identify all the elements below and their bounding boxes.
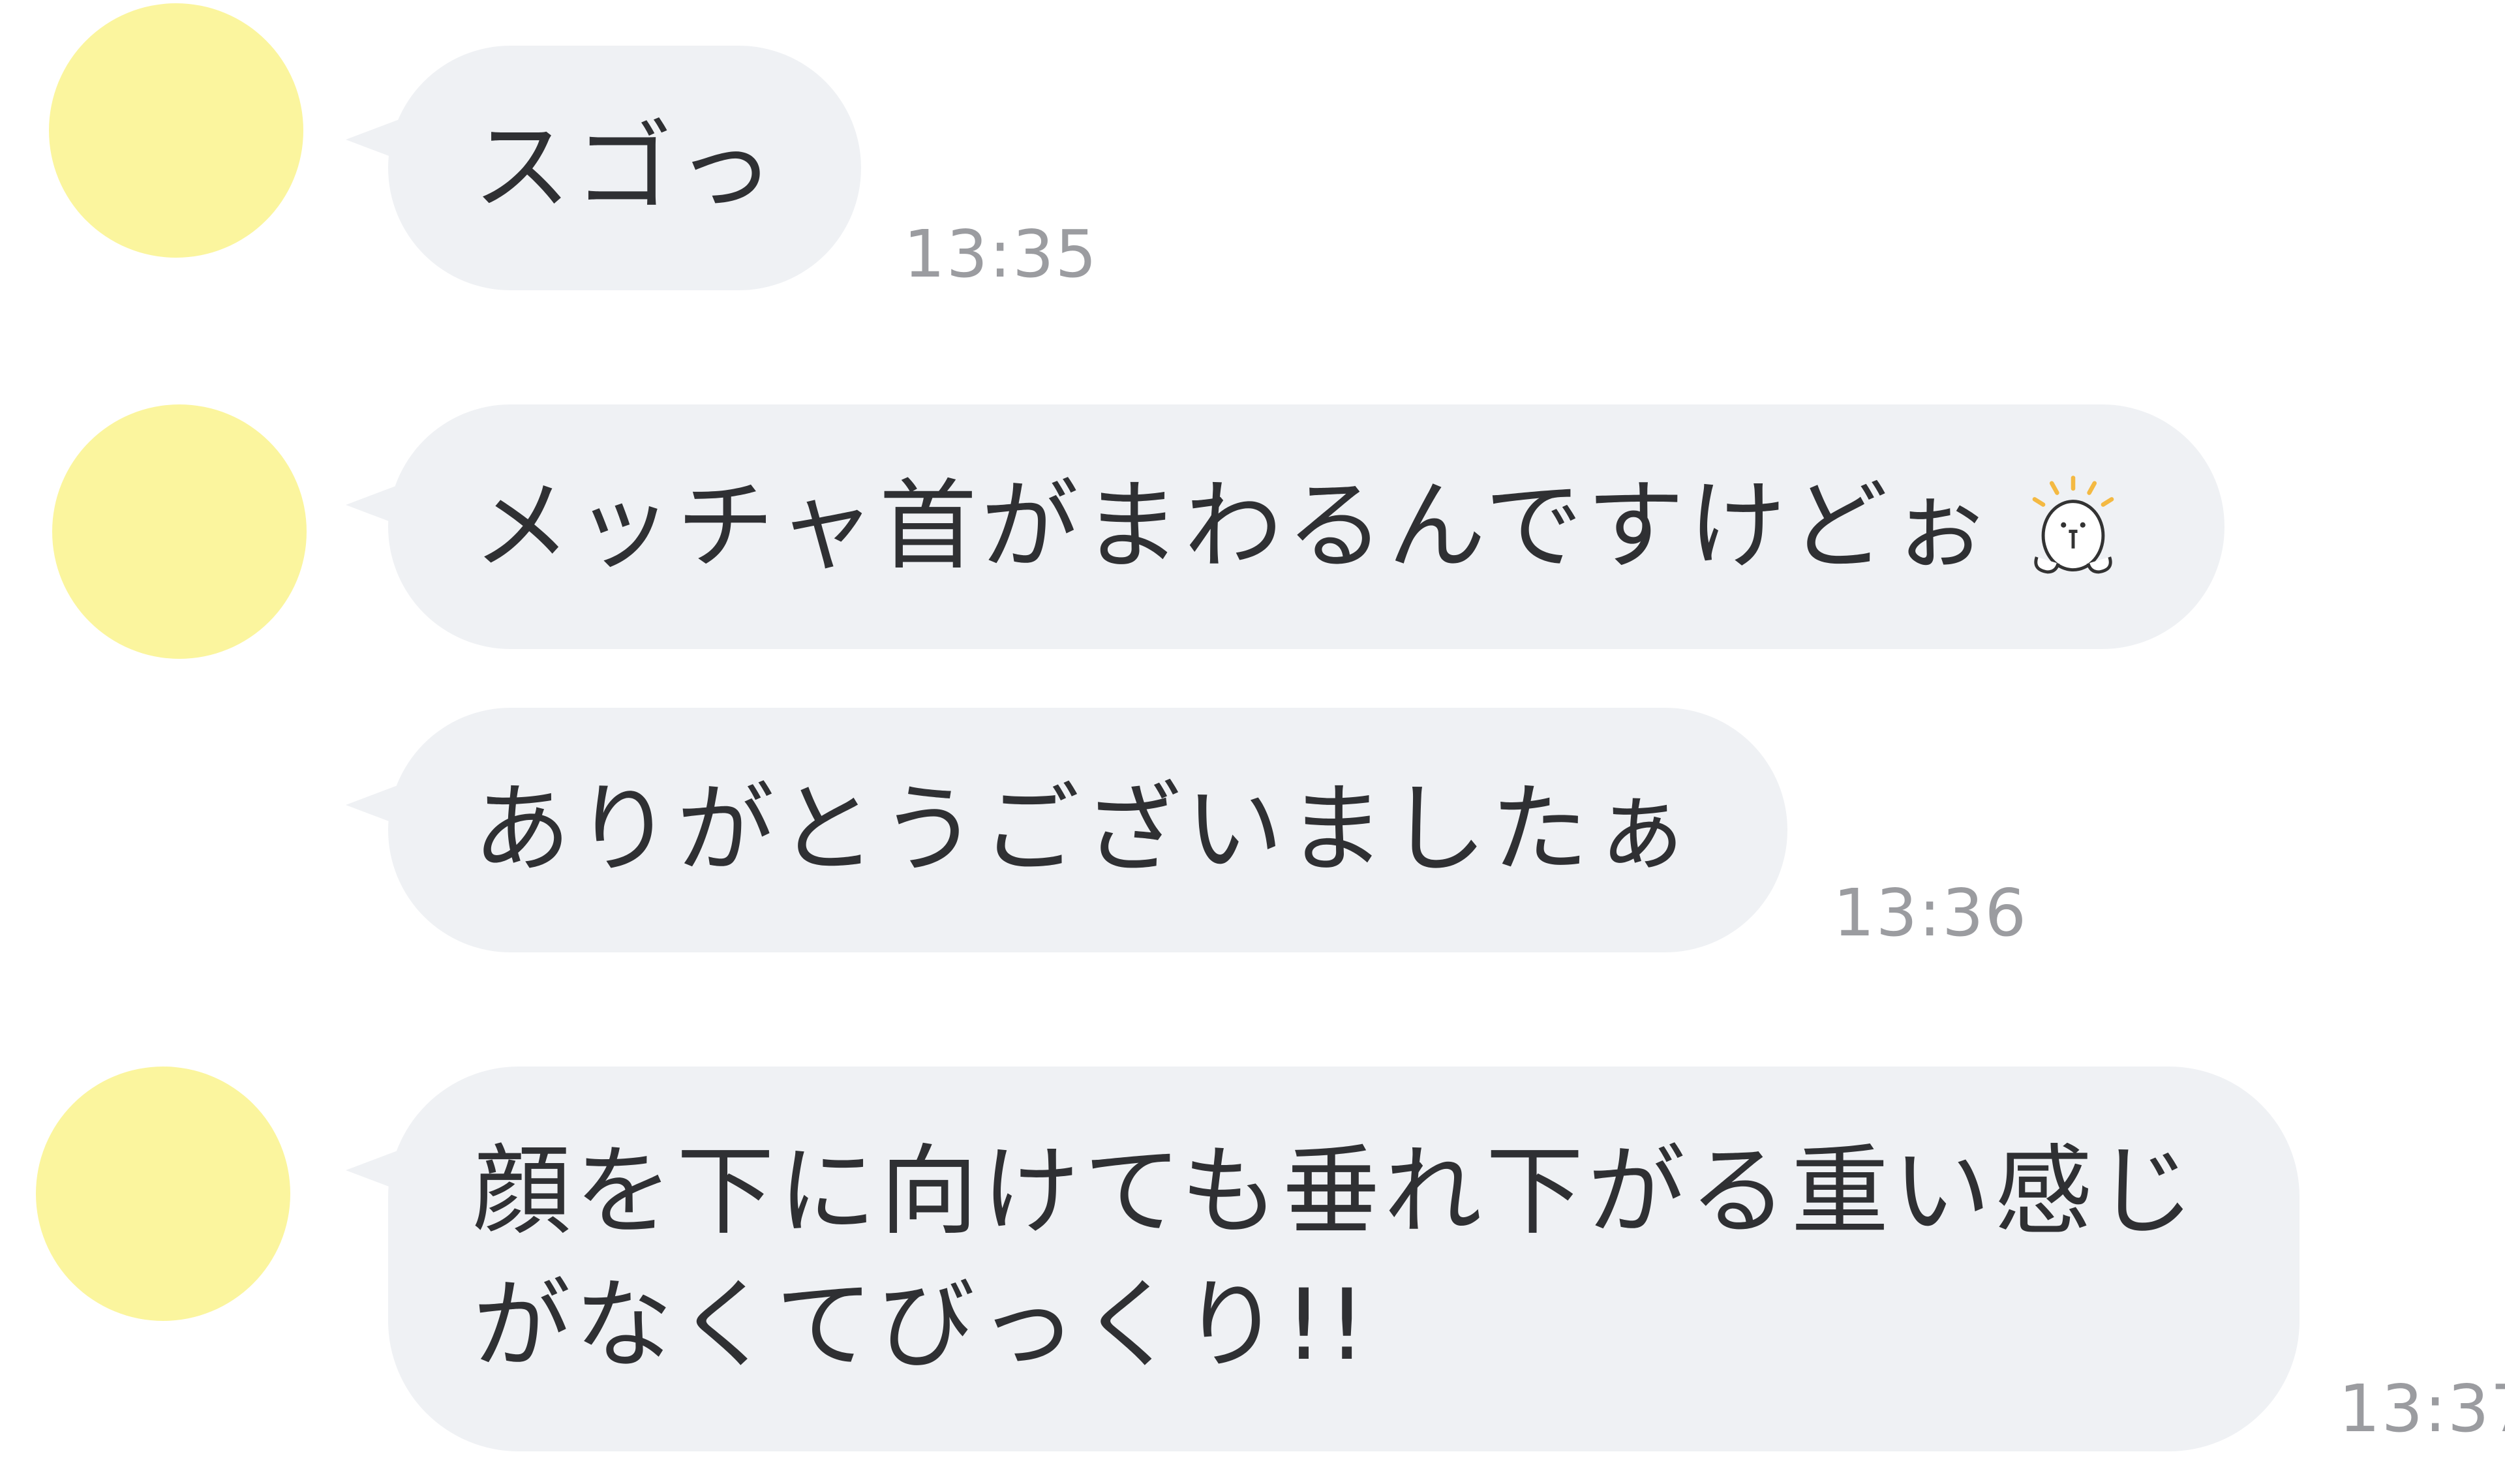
chat-log: スゴっ 13:35 メッチャ首がまわるんですけどぉ ありがとうございましたぁ 1… bbox=[0, 0, 2505, 1484]
message-text: スゴっ bbox=[473, 111, 779, 224]
message-bubble[interactable]: 顔を下に向けても垂れ下がる重い感じがなくてびっくり!! bbox=[388, 1067, 2300, 1451]
message-bubble[interactable]: スゴっ bbox=[388, 46, 861, 290]
message-timestamp: 13:35 bbox=[903, 216, 1099, 292]
avatar[interactable] bbox=[52, 404, 307, 659]
message-text: メッチャ首がまわるんですけどぉ bbox=[473, 470, 1994, 583]
message-timestamp: 13:37 bbox=[2339, 1370, 2505, 1447]
surprised-face-sticker-icon bbox=[2032, 475, 2114, 573]
message-timestamp: 13:36 bbox=[1833, 875, 2028, 951]
message-bubble[interactable]: メッチャ首がまわるんですけどぉ bbox=[388, 404, 2224, 649]
message-text: ありがとうございましたぁ bbox=[473, 773, 1695, 886]
message-text: 顔を下に向けても垂れ下がる重い感じがなくてびっくり!! bbox=[473, 1135, 2198, 1382]
message-bubble[interactable]: ありがとうございましたぁ bbox=[388, 708, 1787, 952]
avatar[interactable] bbox=[49, 3, 303, 258]
avatar[interactable] bbox=[36, 1067, 290, 1321]
